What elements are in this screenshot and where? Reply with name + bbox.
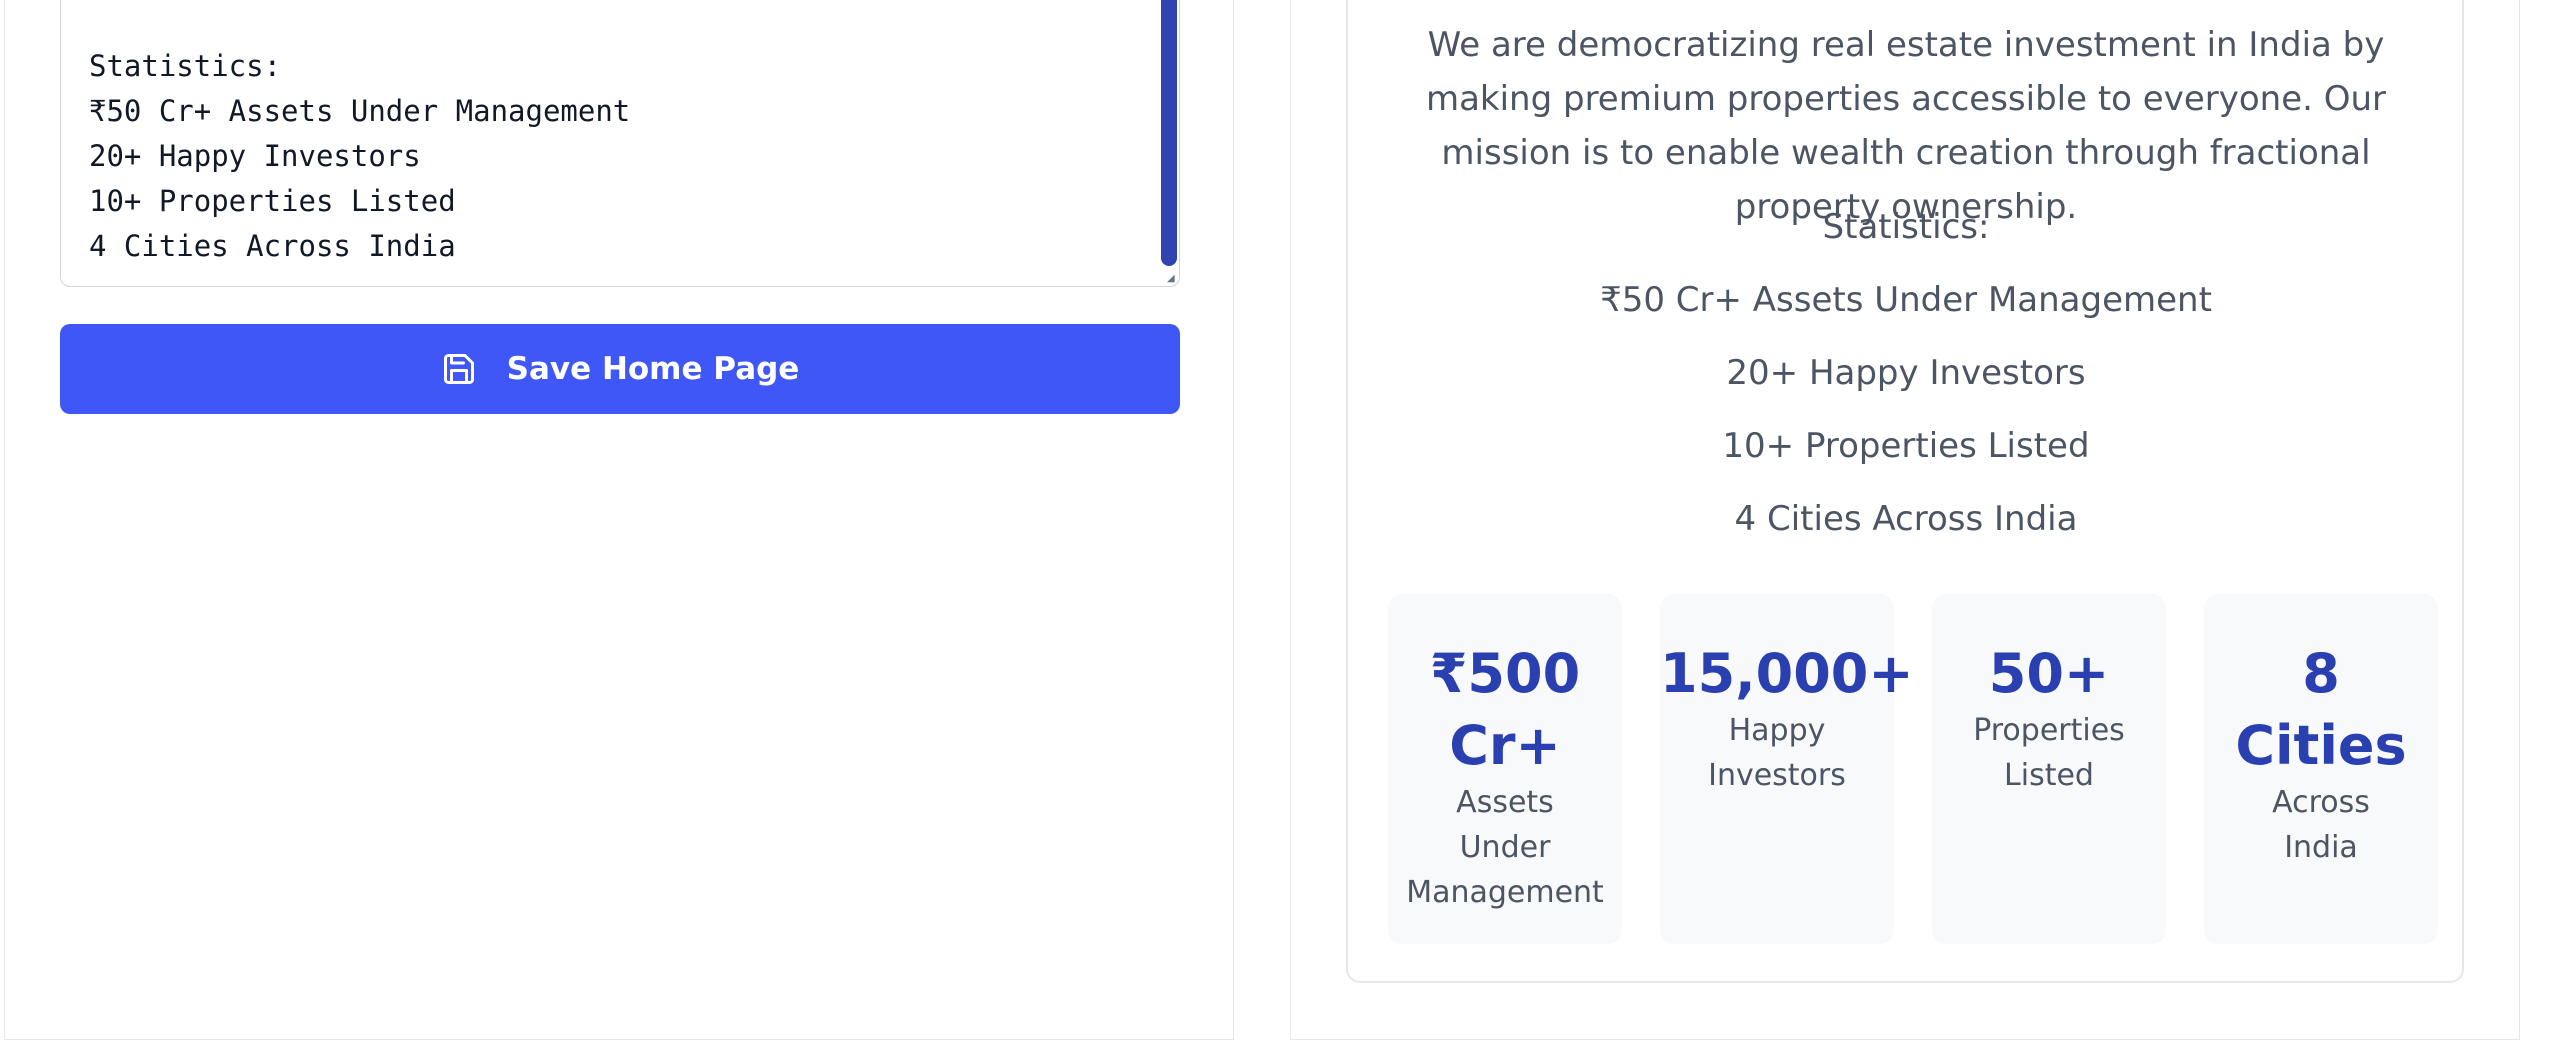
textarea-line: 20+ Happy Investors bbox=[89, 139, 421, 173]
save-button-label: Save Home Page bbox=[506, 351, 800, 387]
stat-label: Happy Investors bbox=[1708, 713, 1846, 793]
stat-value: 15,000+ bbox=[1660, 642, 1914, 705]
save-home-page-button[interactable]: Save Home Page bbox=[60, 324, 1180, 414]
stat-card-cities: 8 Cities Across India bbox=[2204, 594, 2438, 944]
statistics-line: 4 Cities Across India bbox=[1734, 499, 2078, 539]
stat-value: ₹500 Cr+ bbox=[1429, 642, 1581, 777]
statistics-line: 20+ Happy Investors bbox=[1726, 353, 2086, 393]
textarea-scrollbar[interactable] bbox=[1161, 0, 1177, 266]
stat-card-assets: ₹500 Cr+ Assets Under Management bbox=[1388, 594, 1622, 944]
home-content-textarea[interactable]: Statistics: ₹50 Cr+ Assets Under Managem… bbox=[60, 0, 1180, 287]
statistics-line: ₹50 Cr+ Assets Under Management bbox=[1600, 280, 2212, 320]
statistics-heading: Statistics: bbox=[1822, 207, 1990, 247]
stat-value: 8 Cities bbox=[2235, 642, 2407, 777]
stat-card-properties: 50+ Properties Listed bbox=[1932, 594, 2166, 944]
stat-label: Assets Under Management bbox=[1406, 785, 1604, 910]
mission-text: We are democratizing real estate investm… bbox=[1425, 25, 2387, 227]
resize-handle-icon[interactable]: ◢ bbox=[1167, 274, 1177, 284]
textarea-line: ₹50 Cr+ Assets Under Management bbox=[89, 94, 631, 128]
statistics-line: 10+ Properties Listed bbox=[1722, 426, 2090, 466]
stat-label: Properties Listed bbox=[1973, 713, 2125, 793]
stat-card-investors: 15,000+ Happy Investors bbox=[1660, 594, 1914, 944]
textarea-content[interactable]: Statistics: ₹50 Cr+ Assets Under Managem… bbox=[89, 44, 1139, 269]
textarea-line: 10+ Properties Listed bbox=[89, 184, 456, 218]
textarea-line: 4 Cities Across India bbox=[89, 229, 456, 263]
stat-label: Across India bbox=[2272, 785, 2370, 865]
stat-value: 50+ bbox=[1988, 642, 2110, 705]
scrollbar-thumb[interactable] bbox=[1161, 0, 1177, 266]
textarea-line: Statistics: bbox=[89, 49, 282, 83]
floppy-disk-icon bbox=[441, 351, 477, 387]
